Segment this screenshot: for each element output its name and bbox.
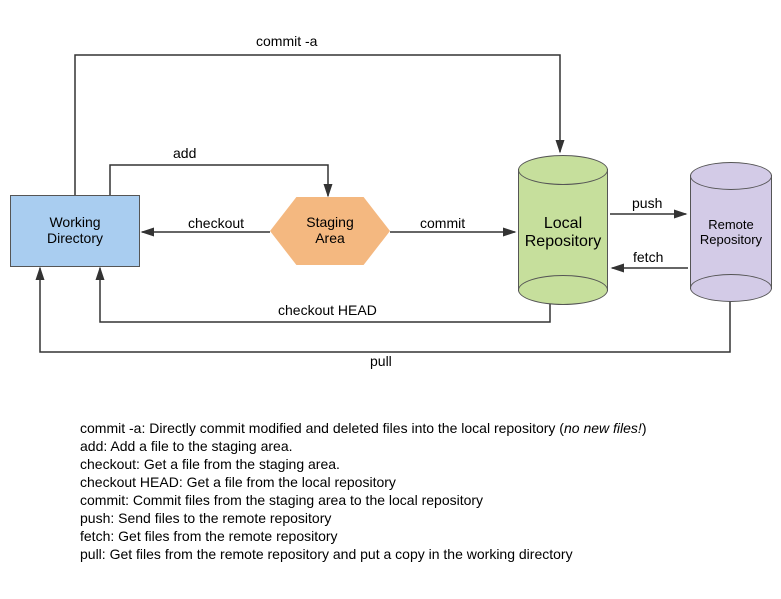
edge-add: [110, 165, 328, 196]
label-checkout-head: checkout HEAD: [278, 302, 377, 318]
git-workflow-diagram: WorkingDirectory StagingArea LocalReposi…: [0, 0, 781, 599]
label-checkout: checkout: [188, 215, 244, 231]
desc-commit-a: commit -a: Directly commit modified and …: [80, 420, 646, 436]
desc-commit: commit: Commit files from the staging ar…: [80, 492, 483, 508]
node-local-repository: LocalRepository: [518, 155, 608, 305]
desc-fetch: fetch: Get files from the remote reposit…: [80, 528, 338, 544]
edge-commit-a: [75, 55, 560, 195]
label-push: push: [632, 195, 662, 211]
desc-checkout-head: checkout HEAD: Get a file from the local…: [80, 474, 396, 490]
node-remote-repository-label: RemoteRepository: [690, 217, 772, 247]
node-working-directory: WorkingDirectory: [10, 195, 140, 267]
label-commit: commit: [420, 215, 465, 231]
desc-add: add: Add a file to the staging area.: [80, 438, 293, 454]
node-working-directory-label: WorkingDirectory: [11, 214, 139, 246]
label-add: add: [173, 145, 196, 161]
label-fetch: fetch: [633, 249, 663, 265]
label-commit-a: commit -a: [256, 33, 317, 49]
node-remote-repository: RemoteRepository: [690, 162, 772, 302]
desc-push: push: Send files to the remote repositor…: [80, 510, 331, 526]
edge-pull: [40, 268, 730, 352]
node-staging-area: StagingArea: [270, 197, 390, 265]
node-local-repository-label: LocalRepository: [518, 215, 608, 251]
label-pull: pull: [370, 353, 392, 369]
desc-pull: pull: Get files from the remote reposito…: [80, 546, 573, 562]
node-staging-area-label: StagingArea: [270, 214, 390, 246]
desc-checkout: checkout: Get a file from the staging ar…: [80, 456, 340, 472]
